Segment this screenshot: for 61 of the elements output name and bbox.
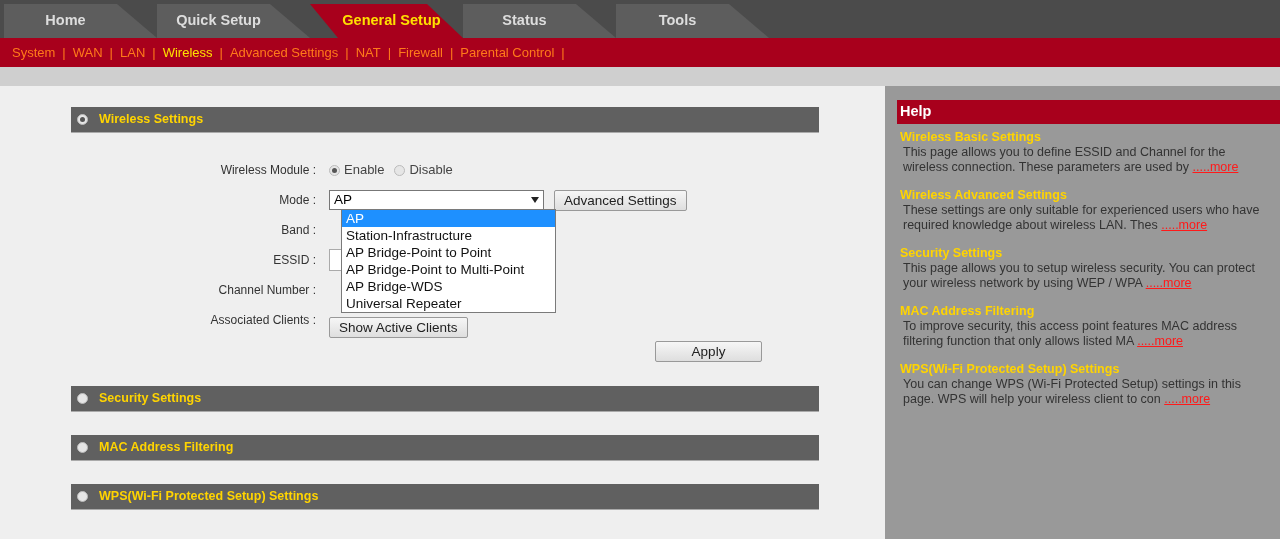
radio-icon <box>77 491 88 502</box>
dropdown-option[interactable]: AP Bridge-WDS <box>342 278 555 295</box>
nav-tab[interactable]: Quick Setup <box>157 4 310 38</box>
subnav-link[interactable]: WAN <box>72 42 103 63</box>
show-clients-button[interactable]: Show Active Clients <box>329 316 468 338</box>
help-text: To improve security, this access point features MAC address filtering function that only allows listed MA .....more <box>903 319 1238 349</box>
help-title: WPS(Wi-Fi Protected Setup) Settings <box>900 362 1121 377</box>
nav-tab[interactable]: Home <box>4 4 157 38</box>
apply-button[interactable]: Apply <box>655 341 762 362</box>
radio-icon <box>77 442 88 453</box>
section-header[interactable]: MAC Address Filtering <box>71 435 819 461</box>
separator: | <box>219 43 223 62</box>
field-label: Wireless Module : <box>219 162 317 179</box>
separator: | <box>62 43 66 62</box>
subnav-link[interactable]: System <box>12 42 56 63</box>
dropdown-option[interactable]: Universal Repeater <box>342 295 555 312</box>
mode-select[interactable]: AP <box>329 190 544 210</box>
nav-tab[interactable]: Tools <box>616 4 769 38</box>
help-text: These settings are only suitable for experienced users who have required knowledge about wireless LAN. Thes .....more <box>903 203 1261 233</box>
dropdown-option[interactable]: AP Bridge-Point to Multi-Point <box>342 261 555 278</box>
section-header[interactable]: Security Settings <box>71 386 819 412</box>
help-title: MAC Address Filtering <box>900 304 1036 319</box>
subnav-link[interactable]: NAT <box>355 42 381 63</box>
separator: | <box>345 43 349 62</box>
separator: | <box>109 43 113 62</box>
help-header: Help <box>897 100 1280 124</box>
help-text: This page allows you to define ESSID and Channel for the wireless connection. These parameters are used by .....more <box>903 145 1240 175</box>
help-text: This page allows you to setup wireless security. You can protect your wireless network by using WEP / WPA .....more <box>903 261 1257 291</box>
nav-tab[interactable]: Status <box>463 4 616 38</box>
radio-icon <box>77 114 88 125</box>
subnav-link[interactable]: Advanced Settings <box>229 42 339 63</box>
section-header[interactable]: Wireless Settings <box>71 107 819 133</box>
help-title: Wireless Basic Settings <box>900 130 1042 145</box>
nav-tab[interactable]: General Setup <box>310 4 463 38</box>
separator: | <box>152 43 156 62</box>
subnav-link[interactable]: LAN <box>120 42 146 63</box>
dropdown-option[interactable]: AP Bridge-Point to Point <box>342 244 555 261</box>
field-label: Mode : <box>278 192 317 209</box>
section-header[interactable]: WPS(Wi-Fi Protected Setup) Settings <box>71 484 819 510</box>
field-label: Band : <box>280 222 317 239</box>
dropdown-option[interactable]: Station-Infrastructure <box>342 227 555 244</box>
dropdown-option[interactable]: AP <box>342 210 555 227</box>
help-text: You can change WPS (Wi-Fi Protected Setup) settings in this page. WPS will help your wireless client to con .....more <box>903 377 1242 407</box>
field-label: ESSID : <box>272 252 317 269</box>
radio-button[interactable] <box>394 164 406 176</box>
help-title: Wireless Advanced Settings <box>900 188 1068 203</box>
caret-icon <box>531 197 539 203</box>
radio-label: Enable <box>344 161 385 180</box>
field-label: Channel Number : <box>217 282 317 299</box>
field-label: Associated Clients : <box>209 312 317 329</box>
subnav-link[interactable]: Parental Control <box>460 42 555 63</box>
separator: | <box>449 43 454 62</box>
advanced-settings-button[interactable]: Advanced Settings <box>554 189 687 211</box>
radio-icon <box>77 393 88 404</box>
separator: | <box>561 43 565 62</box>
radio-label: Disable <box>409 161 453 180</box>
help-title: Security Settings <box>900 246 1004 261</box>
subnav-link[interactable]: Firewall <box>398 42 443 63</box>
separator: | <box>387 43 392 62</box>
radio-button[interactable] <box>329 164 340 176</box>
subnav-link[interactable]: Wireless <box>162 42 213 63</box>
